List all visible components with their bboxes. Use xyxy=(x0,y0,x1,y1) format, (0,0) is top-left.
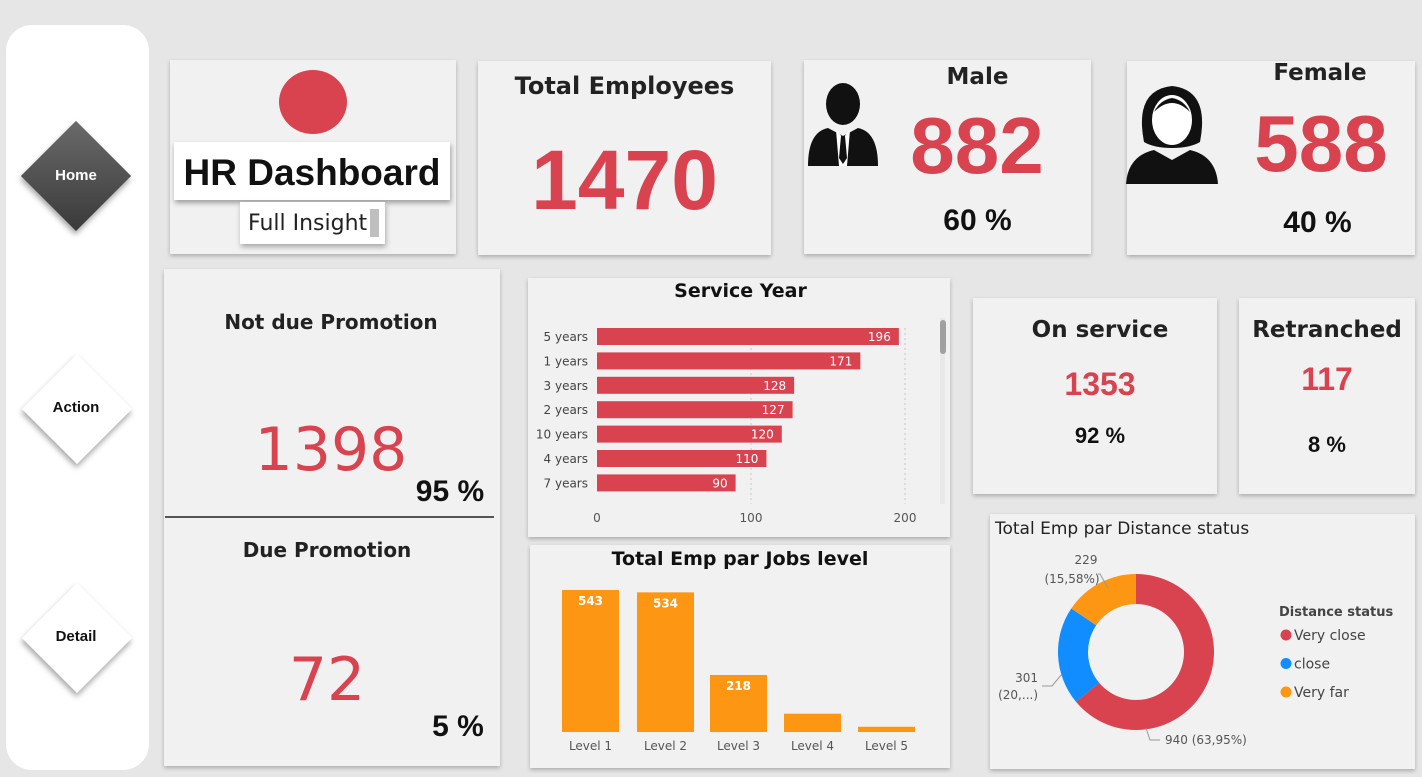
category-label: Level 5 xyxy=(865,739,908,753)
bar-value-label: 171 xyxy=(829,354,852,368)
jobs-level-chart: 543 Level 1 534 Level 2 218 Level 3 Level 4 Lev… xyxy=(562,590,915,753)
logo-circle xyxy=(279,70,347,134)
bar xyxy=(562,590,619,732)
bar xyxy=(597,328,899,345)
bar-value-label: 218 xyxy=(726,679,751,693)
category-label: 10 years xyxy=(536,428,588,442)
total-employees-label: Total Employees xyxy=(514,72,735,100)
due-promotion-label: Due Promotion xyxy=(242,538,412,562)
bar-value-label: 110 xyxy=(735,452,758,466)
slice-label: (15,58%) xyxy=(1044,572,1099,586)
bar-value-label: 120 xyxy=(751,428,774,442)
bar xyxy=(858,726,915,732)
bar-value-label: 127 xyxy=(762,403,785,417)
male-percent: 60 % xyxy=(943,204,1012,237)
legend-marker xyxy=(1280,686,1292,698)
due-promotion-percent: 5 % xyxy=(432,710,484,743)
category-label: 5 years xyxy=(544,330,588,344)
category-label: 4 years xyxy=(544,452,588,466)
retranched-value: 117 xyxy=(1301,361,1353,397)
bar xyxy=(637,592,694,732)
legend-marker xyxy=(1280,658,1292,669)
female-value: 588 xyxy=(1254,99,1388,188)
category-label: 1 years xyxy=(544,354,588,368)
female-label: Female xyxy=(1273,60,1367,86)
promotion-divider xyxy=(165,516,494,518)
on-service-percent: 92 % xyxy=(1074,423,1126,448)
category-label: Level 2 xyxy=(644,739,687,753)
scrollbar-thumb xyxy=(940,320,946,354)
bar-value-label: 534 xyxy=(653,596,678,610)
page-title: HR Dashboard xyxy=(183,152,441,193)
category-label: 3 years xyxy=(544,379,588,393)
service-year-chart: 0 100 200 5 years 196 1 years 171 3 years 128 2 y… xyxy=(536,318,946,525)
category-label: Level 4 xyxy=(791,739,834,753)
leader-line xyxy=(1145,727,1160,741)
bar xyxy=(784,713,841,732)
category-label: 2 years xyxy=(544,403,588,417)
retranched-percent: 8 % xyxy=(1308,432,1346,457)
page-subtitle: Full Insight xyxy=(248,211,368,236)
legend-marker xyxy=(1280,629,1292,641)
bar-value-label: 196 xyxy=(868,330,891,344)
female-percent: 40 % xyxy=(1283,206,1352,239)
legend-label: Very far xyxy=(1294,685,1349,701)
male-value: 882 xyxy=(910,101,1044,190)
slice-label: (20,...) xyxy=(998,688,1038,702)
x-tick-label: 0 xyxy=(593,511,601,525)
slice-label: 229 xyxy=(1075,553,1098,567)
nav-action-label[interactable]: Action xyxy=(21,399,131,416)
not-due-promotion-label: Not due Promotion xyxy=(224,310,438,334)
category-label: Level 3 xyxy=(717,739,760,753)
bar-value-label: 90 xyxy=(712,476,727,490)
subtitle-cursor xyxy=(370,209,379,237)
category-label: Level 1 xyxy=(569,739,612,753)
on-service-label: On service xyxy=(1031,317,1169,343)
x-tick-label: 100 xyxy=(740,511,763,525)
retranched-label: Retranched xyxy=(1252,317,1402,343)
legend-label: Very close xyxy=(1294,628,1366,644)
on-service-value: 1353 xyxy=(1064,366,1136,402)
female-person-icon xyxy=(1126,86,1218,184)
legend-title: Distance status xyxy=(1279,605,1393,620)
bar-value-label: 128 xyxy=(763,379,786,393)
nav-detail-label[interactable]: Detail xyxy=(21,628,131,645)
category-label: 7 years xyxy=(544,476,588,490)
distance-donut-chart: 940 (63,95%) 301 (20,...) 229 (15,58%) Distan… xyxy=(998,553,1393,747)
total-employees-value: 1470 xyxy=(531,133,718,227)
male-person-icon xyxy=(808,83,878,166)
x-tick-label: 200 xyxy=(894,511,917,525)
legend-label: close xyxy=(1294,657,1330,673)
not-due-promotion-percent: 95 % xyxy=(415,475,485,508)
bar-value-label: 543 xyxy=(578,594,603,608)
slice-label: 301 xyxy=(1015,671,1038,685)
slice-label: 940 (63,95%) xyxy=(1165,733,1247,747)
leader-line xyxy=(1042,673,1063,687)
due-promotion-value: 72 xyxy=(288,645,366,715)
bar xyxy=(597,352,861,370)
male-label: Male xyxy=(946,64,1009,90)
nav-home-label[interactable]: Home xyxy=(21,167,131,184)
